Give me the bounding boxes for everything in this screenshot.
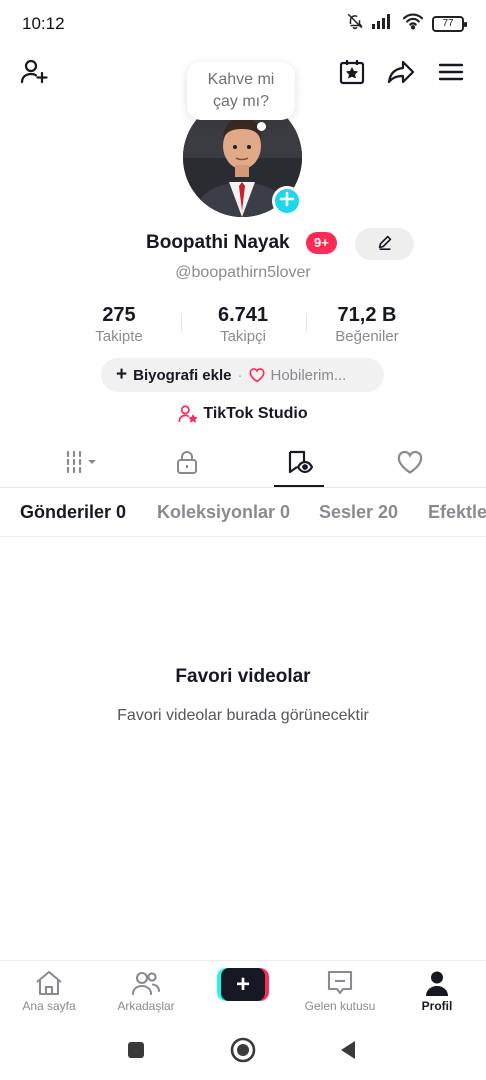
hobbies-label[interactable]: Hobilerim...	[270, 367, 346, 384]
wifi-icon	[402, 12, 424, 35]
plus-icon: +	[221, 968, 265, 1001]
stat-label: Beğeniler	[335, 328, 399, 345]
signal-icon	[372, 13, 394, 34]
tiktok-studio-link[interactable]: TikTok Studio	[0, 402, 486, 426]
nav-friends[interactable]: Arkadaşlar	[101, 967, 191, 1013]
bio-plus: +	[116, 364, 128, 385]
heart-outline-icon	[248, 367, 266, 383]
bio-separator: ·	[237, 366, 243, 384]
nav-inbox-label: Gelen kutusu	[304, 999, 376, 1013]
grid-filter-icon	[60, 449, 100, 480]
stat-label: Takipte	[95, 328, 143, 345]
tab-private[interactable]	[163, 446, 211, 482]
bio-pill[interactable]: + Biyografi ekle · Hobilerim...	[101, 358, 384, 392]
silent-bell-icon	[346, 12, 364, 35]
content-tabs	[0, 440, 486, 488]
status-bar: 10:12 77	[0, 0, 486, 48]
nav-inbox[interactable]: Gelen kutusu	[295, 967, 385, 1013]
square-icon	[127, 1041, 145, 1064]
home-icon	[4, 967, 94, 999]
tab-favorites[interactable]	[275, 446, 323, 482]
note-bubble-tail	[257, 122, 266, 131]
sub-tabs-divider	[0, 536, 486, 537]
stat-following[interactable]: 275 Takipte	[59, 304, 179, 345]
recents-button[interactable]	[122, 1038, 150, 1066]
add-friend-button[interactable]	[16, 56, 52, 92]
share-icon	[386, 57, 416, 92]
friends-icon	[101, 967, 191, 999]
avatar-add-button[interactable]	[272, 186, 302, 216]
inbox-icon	[295, 967, 385, 999]
menu-button[interactable]	[433, 56, 469, 92]
name-row: Boopathi Nayak 9+	[0, 228, 486, 260]
back-triangle-icon	[338, 1039, 358, 1066]
sub-tab-sounds[interactable]: Sesler 20	[319, 502, 398, 523]
bookmark-eye-icon	[285, 448, 314, 481]
lock-icon	[175, 449, 199, 480]
edit-profile-button[interactable]	[355, 228, 414, 260]
stat-value: 6.741	[217, 304, 269, 326]
stat-divider	[181, 314, 182, 332]
circle-icon	[230, 1037, 256, 1068]
empty-state-text: Favori videolar burada görünecektir	[117, 707, 369, 724]
nav-home-label: Ana sayfa	[22, 999, 76, 1013]
bottom-nav: Ana sayfa Arkadaşlar + Gelen kutusu Prof…	[0, 960, 486, 1024]
studio-label: TikTok Studio	[203, 405, 308, 422]
add-bio-label[interactable]: Biyografi ekle	[133, 367, 231, 384]
tab-liked[interactable]	[386, 446, 434, 482]
calendar-button[interactable]	[334, 56, 370, 92]
calendar-star-icon	[337, 57, 367, 92]
stat-followers[interactable]: 6.741 Takipçi	[183, 304, 303, 345]
note-bubble[interactable]: Kahve mi çay mı?	[187, 62, 295, 120]
share-button[interactable]	[383, 56, 419, 92]
sub-tab-collections[interactable]: Koleksiyonlar 0	[157, 502, 290, 523]
home-system-button[interactable]	[229, 1037, 257, 1068]
active-tab-indicator	[274, 485, 324, 487]
heart-icon	[396, 449, 424, 480]
nav-profile-label: Profil	[421, 999, 453, 1013]
sub-tab-posts[interactable]: Gönderiler 0	[20, 502, 126, 523]
battery-indicator: 77	[432, 15, 467, 32]
notification-badge[interactable]: 9+	[306, 232, 337, 254]
favorites-sub-tabs: Gönderiler 0 Koleksiyonlar 0 Sesler 20 E…	[0, 500, 486, 528]
stat-value: 275	[102, 304, 136, 326]
hamburger-menu-icon	[437, 58, 465, 91]
note-line-2: çay mı?	[212, 93, 269, 110]
nav-profile[interactable]: Profil	[392, 967, 482, 1013]
nav-friends-label: Arkadaşlar	[117, 999, 175, 1013]
tab-videos[interactable]	[56, 446, 104, 482]
pencil-icon	[376, 233, 394, 256]
studio-user-star-icon	[178, 404, 199, 424]
stat-label: Takipçi	[220, 328, 266, 345]
note-line-1: Kahve mi	[207, 71, 275, 88]
empty-state-title: Favori videolar	[175, 666, 311, 687]
nav-home[interactable]: Ana sayfa	[4, 967, 94, 1013]
create-button[interactable]: +	[217, 968, 269, 1001]
add-user-icon	[19, 57, 49, 92]
status-icons: 77	[346, 12, 467, 35]
stat-value: 71,2 B	[337, 304, 397, 326]
profile-stats: 275 Takipte 6.741 Takipçi 71,2 B Beğenil…	[0, 304, 486, 352]
stat-likes[interactable]: 71,2 B Beğeniler	[307, 304, 427, 345]
sub-tab-effects[interactable]: Efektler	[428, 502, 486, 523]
username: @boopathirn5lover	[175, 264, 311, 281]
status-time: 10:12	[22, 14, 65, 33]
back-button[interactable]	[334, 1038, 362, 1066]
plus-icon	[279, 191, 295, 212]
system-nav-bar	[0, 1024, 486, 1080]
profile-name: Boopathi Nayak	[146, 232, 290, 253]
profile-icon	[392, 967, 482, 999]
